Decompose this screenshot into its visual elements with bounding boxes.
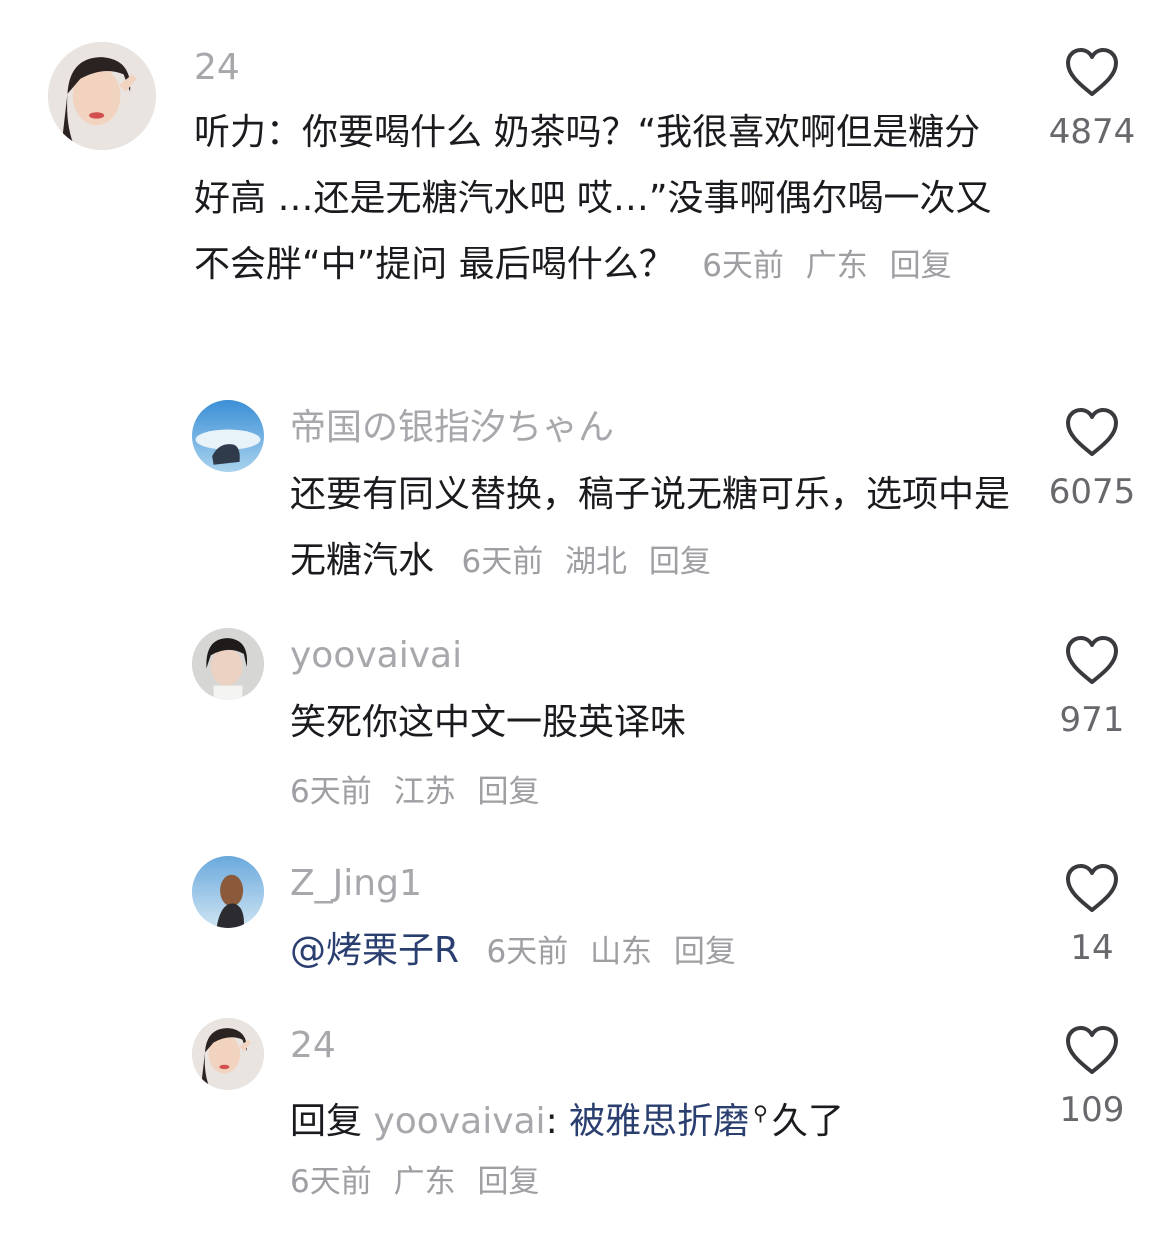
avatar-image: [192, 628, 264, 700]
avatar-image: [192, 400, 264, 472]
comment-time: 6天前: [702, 248, 784, 284]
like-count: 971: [1059, 700, 1125, 740]
comment-text: 回复 yoovaivai: 被雅思折磨 ⚲ 久了: [290, 1080, 1010, 1155]
comment-location: 湖北: [565, 544, 628, 580]
heart-outline-icon[interactable]: [1064, 1024, 1120, 1076]
like-control: 6075: [1032, 406, 1152, 512]
avatar-image: [192, 1018, 264, 1090]
reply-colon: :: [545, 1101, 558, 1142]
comment-meta: 6天前 广东 回复: [290, 1160, 539, 1204]
comment-time: 6天前: [290, 1164, 372, 1200]
comment-meta: 6天前 山东 回复: [486, 934, 735, 970]
heart-outline-icon[interactable]: [1064, 406, 1120, 458]
avatar-image: [48, 42, 156, 150]
reply-prefix: 回复: [290, 1101, 363, 1142]
comment-body: 笑死你这中文一股英译味: [290, 702, 687, 743]
username[interactable]: Z_Jing1: [290, 862, 422, 906]
like-count: 6075: [1048, 472, 1136, 512]
comment-location: 江苏: [393, 774, 456, 810]
comment-meta: 6天前 江苏 回复: [290, 770, 539, 814]
like-control: 14: [1032, 862, 1152, 968]
username[interactable]: 帝国の银指汐ちゃん: [290, 406, 614, 450]
comment-text: 听力：你要喝什么 奶茶吗？“我很喜欢啊但是糖分好高 …还是无糖汽水吧 哎…”没事…: [194, 100, 1014, 299]
username[interactable]: 24: [290, 1024, 336, 1068]
reply-button[interactable]: 回复: [890, 248, 952, 284]
username[interactable]: 24: [194, 46, 240, 90]
comment-body: 久了: [771, 1101, 844, 1142]
avatar-image: [192, 856, 264, 928]
like-count: 4874: [1048, 112, 1136, 152]
reply-button[interactable]: 回复: [477, 774, 539, 810]
like-count: 109: [1059, 1090, 1125, 1130]
heart-outline-icon[interactable]: [1064, 634, 1120, 686]
comment-list: 24 听力：你要喝什么 奶茶吗？“我很喜欢啊但是糖分好高 …还是无糖汽水吧 哎……: [0, 0, 1170, 1239]
avatar[interactable]: [48, 42, 156, 150]
comment-meta: 6天前 广东 回复: [702, 248, 951, 284]
avatar[interactable]: [192, 1018, 264, 1090]
avatar[interactable]: [192, 400, 264, 472]
comment-meta: 6天前 湖北 回复: [461, 544, 710, 580]
heart-outline-icon[interactable]: [1064, 46, 1120, 98]
comment-text: 还要有同义替换，稿子说无糖可乐，选项中是无糖汽水 6天前 湖北 回复: [290, 462, 1010, 595]
reply-button[interactable]: 回复: [674, 934, 736, 970]
avatar[interactable]: [192, 628, 264, 700]
like-count: 14: [1070, 928, 1114, 968]
reply-target-user[interactable]: yoovaivai: [373, 1101, 545, 1142]
comment-time: 6天前: [461, 544, 544, 580]
username[interactable]: yoovaivai: [290, 634, 462, 678]
comment-text: 笑死你这中文一股英译味: [290, 690, 1010, 756]
search-glyph-icon[interactable]: ⚲: [753, 1101, 768, 1125]
comment-time: 6天前: [290, 774, 372, 810]
reply-button[interactable]: 回复: [649, 544, 711, 580]
comment-location: 山东: [590, 934, 653, 970]
reply-button[interactable]: 回复: [477, 1164, 539, 1200]
like-control: 971: [1032, 634, 1152, 740]
comment-text: @烤栗子R 6天前 山东 回复: [290, 918, 1010, 985]
heart-outline-icon[interactable]: [1064, 862, 1120, 914]
search-link[interactable]: 被雅思折磨: [569, 1101, 749, 1142]
mention-link[interactable]: @烤栗子R: [290, 930, 459, 971]
comment-location: 广东: [393, 1164, 456, 1200]
avatar[interactable]: [192, 856, 264, 928]
like-control: 109: [1032, 1024, 1152, 1130]
comment-location: 广东: [805, 248, 868, 284]
like-control: 4874: [1032, 46, 1152, 152]
comment-time: 6天前: [486, 934, 569, 970]
